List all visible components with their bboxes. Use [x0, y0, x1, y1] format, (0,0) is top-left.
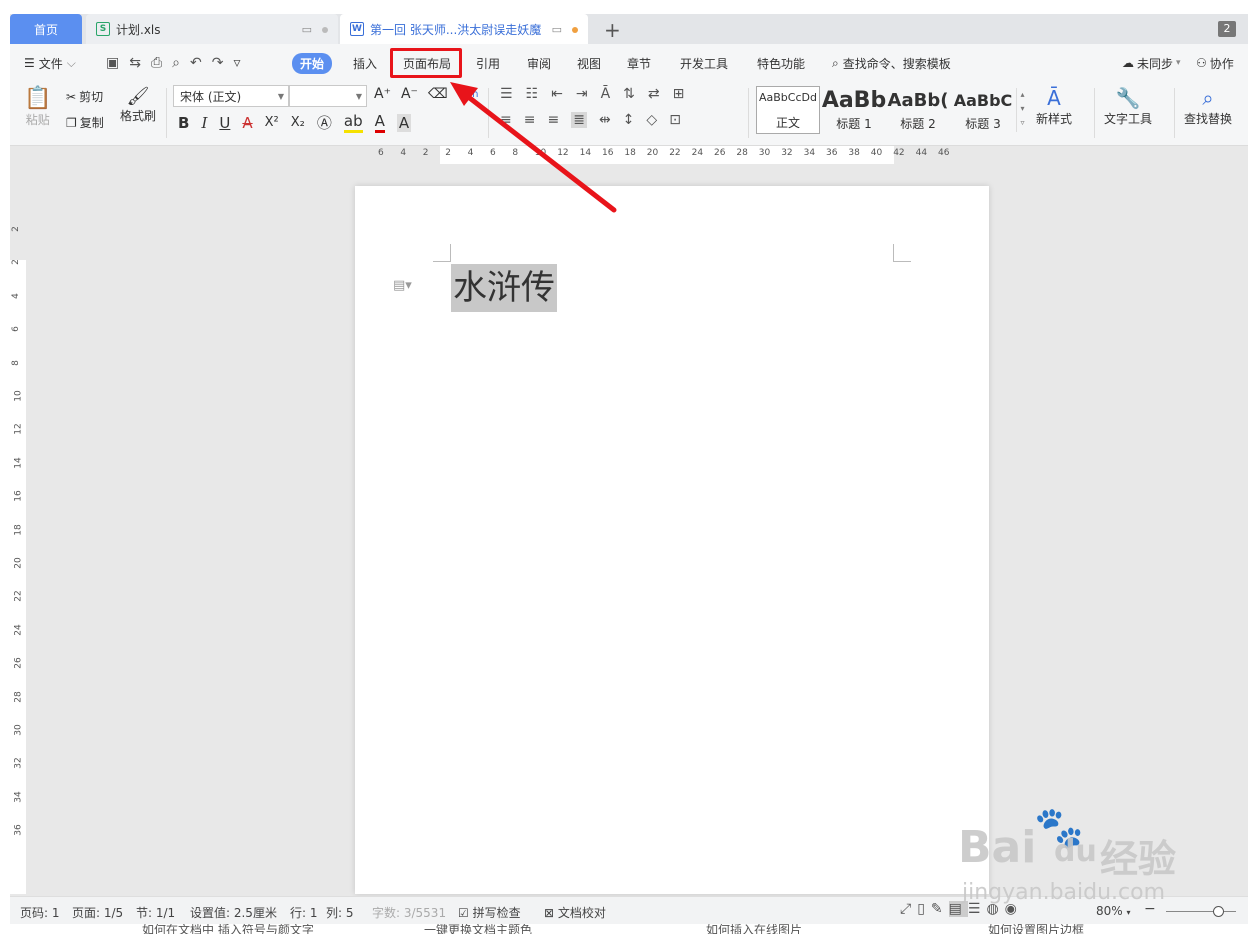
- watermark-brand: Bai: [958, 822, 1037, 873]
- baidu-watermark: Bai 🐾 du 经验 jingyan.baidu.com: [950, 800, 1240, 910]
- annotation-arrow: [450, 82, 617, 213]
- watermark-du: du: [1054, 834, 1097, 869]
- watermark-url: jingyan.baidu.com: [962, 880, 1166, 905]
- wps-window: 首页 S 计划.xls ▭ W 第一回 张天师...洪太尉误走妖魔 ▭ + 2 …: [0, 0, 1248, 934]
- watermark-jingyan: 经验: [1100, 837, 1177, 881]
